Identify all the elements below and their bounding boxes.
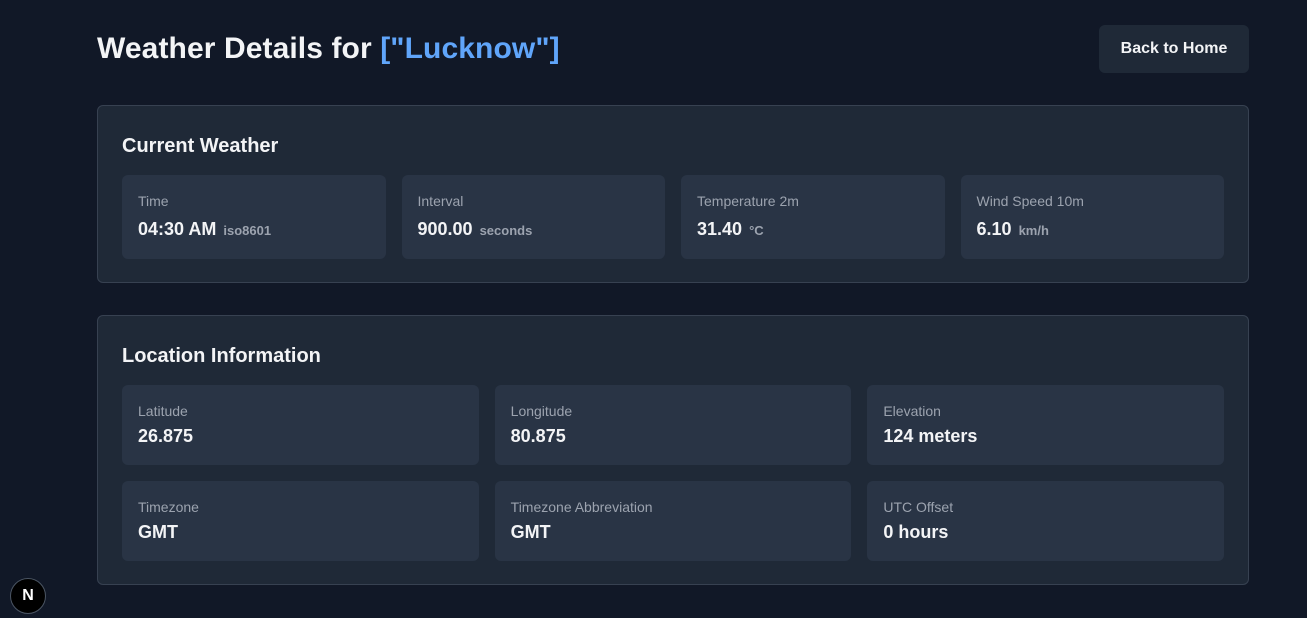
- badge-letter: N: [22, 587, 34, 604]
- weather-tile-time: Time 04:30 AM iso8601: [122, 175, 386, 259]
- location-tile-timezone: Timezone GMT: [122, 481, 479, 561]
- time-unit: iso8601: [223, 223, 272, 238]
- interval-value: 900.00: [417, 219, 473, 239]
- weather-details-page: Weather Details for ["Lucknow"] Back to …: [0, 0, 1307, 618]
- interval-unit: seconds: [479, 223, 533, 238]
- weather-tile-wind-speed: Wind Speed 10m 6.10 km/h: [960, 175, 1224, 259]
- location-tile-timezone-abbreviation: Timezone Abbreviation GMT: [494, 481, 852, 561]
- location-tile-longitude: Longitude 80.875: [494, 385, 852, 465]
- title-prefix: Weather Details for: [97, 32, 381, 65]
- temperature-unit: °C: [749, 223, 764, 238]
- latitude-value: 26.875: [138, 426, 194, 446]
- tile-label: Temperature 2m: [697, 193, 799, 209]
- timezone-abbreviation-value: GMT: [510, 522, 551, 542]
- current-weather-card: Current Weather Time 04:30 AM iso8601 In…: [97, 105, 1249, 283]
- tile-label: Latitude: [138, 403, 188, 419]
- tile-value: 6.10 km/h: [977, 218, 1209, 242]
- page-title: Weather Details for ["Lucknow"]: [97, 32, 560, 66]
- current-weather-title: Current Weather: [122, 135, 279, 157]
- wind-speed-value: 6.10: [976, 219, 1012, 239]
- tile-label: Longitude: [510, 403, 573, 419]
- weather-tile-temperature: Temperature 2m 31.40 °C: [681, 175, 945, 259]
- location-information-title: Location Information: [122, 345, 321, 367]
- location-grid: Latitude 26.875 Longitude 80.875 Elevati…: [122, 385, 1224, 561]
- nextjs-logo-icon[interactable]: N: [10, 578, 46, 614]
- tile-value: 900.00 seconds: [418, 218, 650, 242]
- current-weather-grid: Time 04:30 AM iso8601 Interval 900.00 se…: [122, 175, 1224, 259]
- back-to-home-button[interactable]: Back to Home: [1099, 25, 1249, 73]
- elevation-value: 124 meters: [883, 426, 978, 446]
- tile-label: Timezone Abbreviation: [510, 499, 653, 515]
- tile-label: UTC Offset: [883, 499, 954, 515]
- page-header: Weather Details for ["Lucknow"] Back to …: [97, 25, 1249, 73]
- temperature-value: 31.40: [697, 219, 743, 239]
- tile-label: Elevation: [883, 403, 941, 419]
- wind-speed-unit: km/h: [1018, 223, 1049, 238]
- tile-value: 31.40 °C: [697, 218, 929, 242]
- weather-tile-interval: Interval 900.00 seconds: [401, 175, 665, 259]
- time-value: 04:30 AM: [138, 219, 217, 239]
- location-tile-utc-offset: UTC Offset 0 hours: [867, 481, 1224, 561]
- timezone-value: GMT: [138, 522, 178, 542]
- location-tile-latitude: Latitude 26.875: [122, 385, 479, 465]
- utc-offset-value: 0 hours: [883, 522, 949, 542]
- tile-label: Time: [138, 193, 169, 209]
- location-tile-elevation: Elevation 124 meters: [867, 385, 1224, 465]
- tile-label: Timezone: [138, 499, 199, 515]
- tile-value: 04:30 AM iso8601: [138, 218, 370, 242]
- tile-label: Interval: [417, 193, 464, 209]
- city-name: ["Lucknow"]: [380, 32, 560, 65]
- tile-label: Wind Speed 10m: [976, 193, 1084, 209]
- location-information-card: Location Information Latitude 26.875 Lon…: [97, 315, 1249, 585]
- longitude-value: 80.875: [510, 426, 566, 446]
